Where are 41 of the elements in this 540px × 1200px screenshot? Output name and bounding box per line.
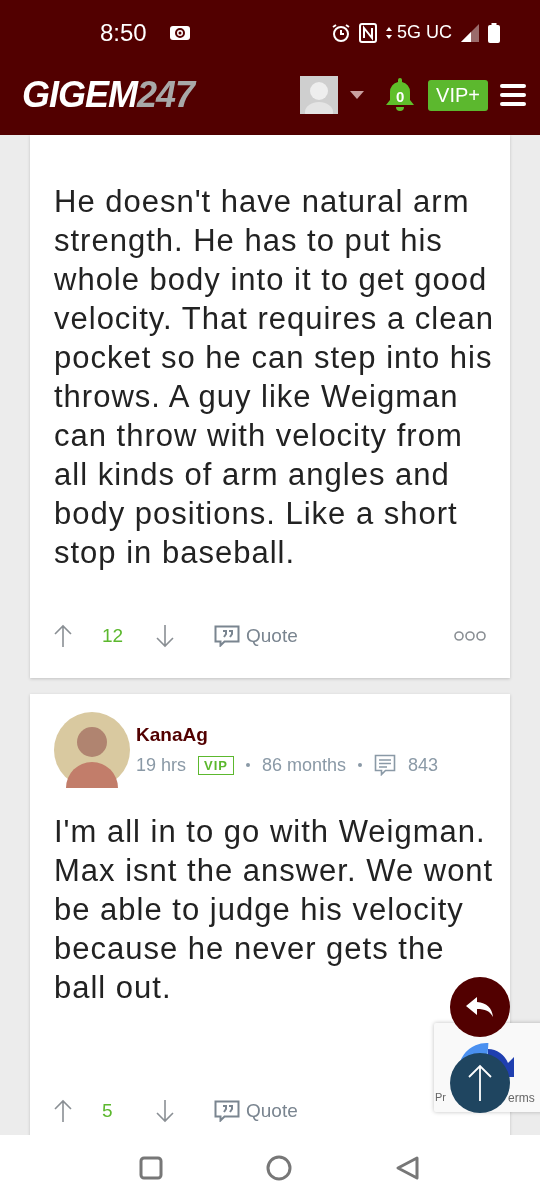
post-time: 19 hrs [136,754,187,776]
quote-button[interactable]: Quote [214,625,298,647]
back-icon[interactable] [395,1154,421,1181]
upvote-icon[interactable] [54,624,72,648]
network-type: 5G UC [397,22,452,43]
recent-apps-icon[interactable] [139,1155,163,1180]
data-arrows-icon [385,25,393,40]
more-options-icon[interactable] [454,630,486,642]
signal-icon [460,22,480,43]
quote-icon[interactable] [214,625,240,647]
reply-arrow-icon[interactable] [465,996,495,1018]
post-body: I'm all in to go with Weigman. Max isnt the answer. We wont be able to judge his velocity because he never gets the ball out. [54,813,494,1007]
post-count: 843 [408,754,439,776]
upvote-icon[interactable] [54,1099,72,1123]
menu-icon[interactable] [500,84,526,106]
author-name[interactable]: KanaAg [136,724,439,746]
alarm-icon [331,22,351,43]
quote-icon[interactable] [214,1100,240,1122]
site-logo[interactable]: GIGEM247 [22,74,195,116]
dot-separator-icon [246,763,250,767]
caret-icon[interactable] [350,91,365,99]
clock-time: 8:50 [100,18,147,47]
avatar-icon[interactable] [54,712,130,788]
post-body: He doesn't have natural arm strength. He has to put his whole body into it to get good velocity. That requires a clean pocket so he can step into his throws. A guy like Weigman can throw with velocity from all kinds of arm angles and body positions. Like a short stop in baseball. [54,183,494,572]
screen-record-icon [168,24,191,41]
dot-separator-icon [358,763,363,767]
terms-link-text[interactable]: erms [508,1091,535,1105]
vote-count: 5 [102,1100,114,1122]
home-icon[interactable] [266,1154,292,1181]
member-tenure: 86 months [262,754,347,776]
nfc-icon [359,22,377,43]
user-avatar-icon[interactable] [300,76,339,114]
up-arrow-icon[interactable] [468,1064,492,1102]
message-icon [374,754,397,776]
downvote-icon[interactable] [156,1099,174,1123]
battery-icon [488,22,500,43]
downvote-icon[interactable] [156,624,174,648]
vip-badge: VIP [198,755,234,775]
privacy-link-text[interactable]: Pr [435,1091,446,1103]
vote-count: 12 [102,625,124,647]
quote-button[interactable]: Quote [214,1100,298,1122]
